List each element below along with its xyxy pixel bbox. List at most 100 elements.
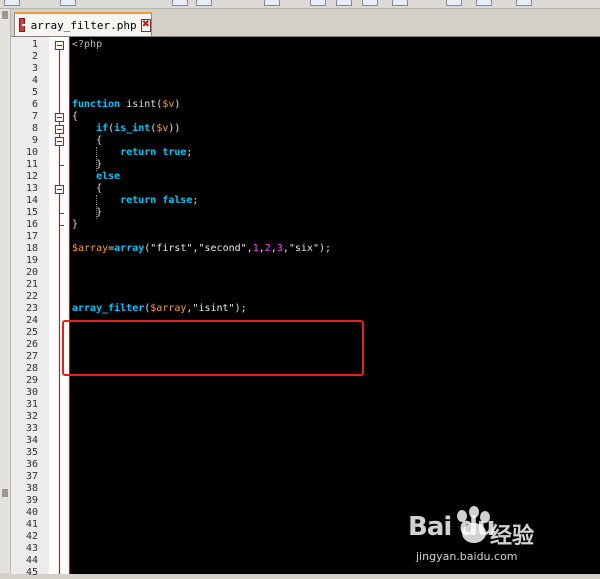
code-line: { xyxy=(96,135,103,146)
line-number: 43 xyxy=(25,543,38,554)
fold-toggle-icon[interactable] xyxy=(55,113,64,122)
line-number: 7 xyxy=(31,111,38,122)
code-area[interactable]: <?php function isint($v) { if(is_int($v)… xyxy=(72,39,600,315)
toolbar-button[interactable] xyxy=(446,0,462,6)
toolbar-button[interactable] xyxy=(310,0,326,6)
line-number: 9 xyxy=(31,135,38,146)
line-number: 39 xyxy=(25,495,38,506)
code-line: { xyxy=(96,183,103,194)
line-number: 8 xyxy=(31,123,38,134)
fold-margin xyxy=(49,37,69,574)
line-number: 25 xyxy=(25,327,38,338)
code-line: return false; xyxy=(120,195,199,206)
line-number: 19 xyxy=(25,255,38,266)
line-number: 26 xyxy=(25,339,38,350)
line-number: 30 xyxy=(25,387,38,398)
tab-array-filter[interactable]: array_filter.php ✖ xyxy=(14,12,152,36)
line-number: 10 xyxy=(25,147,38,158)
line-number: 18 xyxy=(25,243,38,254)
watermark-brand: 经验 xyxy=(490,524,535,549)
side-panel-strip xyxy=(0,9,11,573)
code-line: function isint($v) xyxy=(72,99,181,110)
line-number: 27 xyxy=(25,351,38,362)
code-line: <?php xyxy=(72,39,103,50)
baidu-jingyan-watermark: Bai du 经验 jingyan.baidu.com xyxy=(408,506,568,568)
toolbar-button[interactable] xyxy=(362,0,378,6)
toolbar-button[interactable] xyxy=(336,0,352,6)
line-number: 41 xyxy=(25,519,38,530)
line-number: 12 xyxy=(25,171,38,182)
line-number: 6 xyxy=(31,99,38,110)
code-line: array_filter($array,"isint"); xyxy=(72,303,247,314)
line-number: 20 xyxy=(25,267,38,278)
line-number: 29 xyxy=(25,375,38,386)
line-number: 28 xyxy=(25,363,38,374)
line-number: 42 xyxy=(25,531,38,542)
toolbar-button[interactable] xyxy=(392,0,408,6)
line-number: 23 xyxy=(25,303,38,314)
line-number: 3 xyxy=(31,63,38,74)
tab-label: array_filter.php xyxy=(30,18,137,32)
line-number: 35 xyxy=(25,447,38,458)
watermark-logo: Bai du xyxy=(408,512,495,542)
code-line: } xyxy=(96,207,103,218)
side-panel-handle[interactable] xyxy=(2,11,8,19)
line-number: 24 xyxy=(25,315,38,326)
toolbar xyxy=(0,0,600,9)
highlight-box xyxy=(62,320,364,376)
close-icon[interactable]: ✖ xyxy=(140,18,151,32)
toolbar-button[interactable] xyxy=(196,0,212,6)
toolbar-button[interactable] xyxy=(4,0,20,6)
line-number: 4 xyxy=(31,75,38,86)
line-number: 21 xyxy=(25,279,38,290)
code-line: } xyxy=(72,219,79,230)
line-number: 17 xyxy=(25,231,38,242)
fold-toggle-icon[interactable] xyxy=(55,41,64,50)
tab-bar: array_filter.php ✖ xyxy=(11,9,600,36)
line-number: 22 xyxy=(25,291,38,302)
line-number: 31 xyxy=(25,399,38,410)
code-line: else xyxy=(96,171,121,182)
code-line: } xyxy=(96,159,103,170)
line-number-gutter: 1 2 3 4 5 6 7 8 9 10 11 12 13 14 15 16 17 18 19 20 21 22 23 24 2… xyxy=(11,37,49,578)
line-number: 13 xyxy=(25,183,38,194)
line-number: 15 xyxy=(25,207,38,218)
line-number: 16 xyxy=(25,219,38,230)
side-panel-handle[interactable] xyxy=(2,489,8,497)
code-editor[interactable]: 1 2 3 4 5 6 7 8 9 10 11 12 13 14 15 16 17 18 19 20 21 22 23 24 2… xyxy=(11,36,600,578)
line-number: 1 xyxy=(31,39,38,50)
line-number: 33 xyxy=(25,423,38,434)
toolbar-button[interactable] xyxy=(264,0,280,6)
line-number: 5 xyxy=(31,87,38,98)
toolbar-button[interactable] xyxy=(516,0,532,6)
fold-toggle-icon[interactable] xyxy=(55,137,64,146)
php-file-icon xyxy=(19,18,30,32)
fold-toggle-icon[interactable] xyxy=(55,185,64,194)
toolbar-button[interactable] xyxy=(476,0,492,6)
code-line: $array=array("first","second",1,2,3,"six… xyxy=(72,243,332,254)
line-number: 34 xyxy=(25,435,38,446)
line-number: 36 xyxy=(25,459,38,470)
toolbar-button[interactable] xyxy=(172,0,188,6)
line-number: 11 xyxy=(25,159,38,170)
line-number: 14 xyxy=(25,195,38,206)
line-number: 45 xyxy=(25,567,38,578)
line-number: 2 xyxy=(31,51,38,62)
line-number: 40 xyxy=(25,507,38,518)
line-number: 38 xyxy=(25,483,38,494)
toolbar-button[interactable] xyxy=(60,0,76,6)
code-line: return true; xyxy=(120,147,193,158)
line-number: 37 xyxy=(25,471,38,482)
margin-line xyxy=(69,37,70,574)
line-number: 44 xyxy=(25,555,38,566)
line-number: 32 xyxy=(25,411,38,422)
fold-toggle-icon[interactable] xyxy=(55,125,64,134)
